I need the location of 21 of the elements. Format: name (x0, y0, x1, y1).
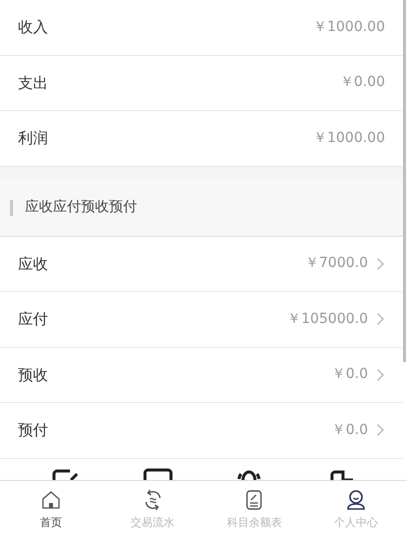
row-value: ￥105000.0 (287, 310, 368, 329)
row-label: 应付 (18, 309, 48, 330)
row-value: ￥0.00 (340, 73, 385, 92)
list-row[interactable]: 预收 ￥0.0 (0, 348, 403, 403)
list-row[interactable]: 预付 ￥0.0 (0, 403, 403, 458)
row-value: ￥0.0 (332, 420, 368, 440)
row-label: 预付 (18, 420, 48, 441)
edit-icon[interactable] (50, 468, 81, 480)
row-label: 支出 (18, 72, 48, 94)
row-value: ￥7000.0 (305, 254, 368, 274)
row-label: 收入 (18, 17, 48, 38)
row-value: ￥1000.00 (313, 128, 385, 148)
row-value: ￥1000.00 (313, 18, 385, 37)
row-label: 利润 (18, 128, 48, 149)
row-value: ￥0.0 (332, 365, 368, 384)
row-label: 预收 (18, 364, 48, 386)
card-icon[interactable] (142, 468, 173, 480)
tab-item[interactable]: 首页 (0, 480, 102, 536)
accent-bar (10, 200, 13, 216)
row-label: 应收 (18, 254, 48, 274)
section-title: 应收应付预收预付 (25, 198, 137, 217)
